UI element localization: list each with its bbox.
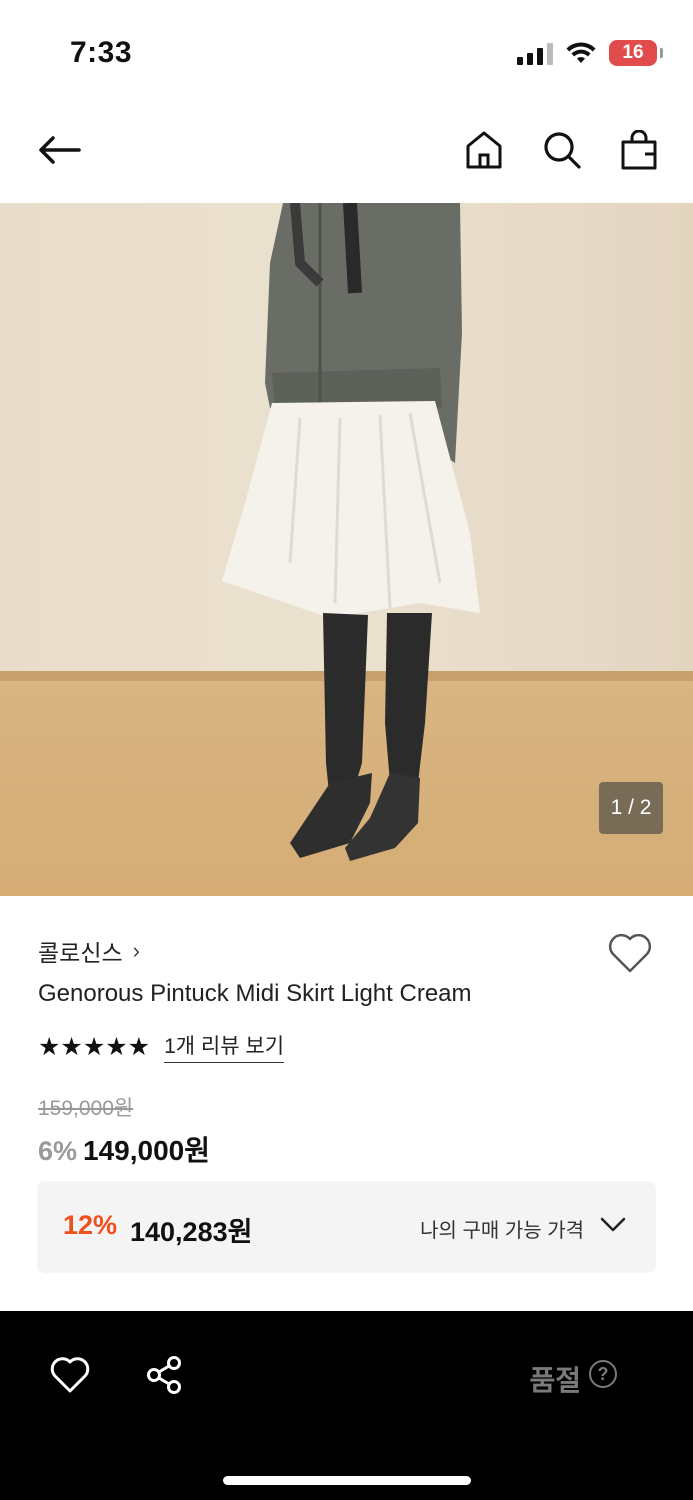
home-icon (466, 131, 502, 169)
my-price-label: 나의 구매 가능 가격 (420, 1220, 584, 1242)
original-price: 159,000원 (38, 1097, 134, 1120)
brand-name: 콜로신스 (38, 940, 123, 966)
sale-price: 149,000원 (83, 1135, 211, 1166)
my-price-dropdown[interactable]: 12% 140,283원 나의 구매 가능 가격 (37, 1181, 656, 1273)
like-button[interactable] (50, 1356, 90, 1396)
back-arrow-icon (39, 136, 81, 164)
help-icon[interactable]: ? (589, 1360, 617, 1388)
status-icons: 16 (517, 40, 663, 66)
nav-bar (0, 100, 693, 203)
search-icon (544, 132, 581, 169)
price-row: 6% 149,000원 (38, 1129, 210, 1169)
share-button[interactable] (145, 1355, 185, 1395)
home-indicator (223, 1476, 471, 1485)
wifi-icon (566, 42, 596, 63)
image-counter: 1 / 2 (599, 782, 663, 834)
chevron-right-icon: › (132, 938, 140, 963)
shopping-bag-icon (621, 130, 657, 170)
home-button[interactable] (460, 126, 508, 174)
battery-level: 16 (622, 42, 644, 63)
product-title: Genorous Pintuck Midi Skirt Light Cream (38, 980, 472, 1007)
product-image[interactable]: 1 / 2 (0, 203, 693, 896)
heart-icon (50, 1357, 90, 1393)
status-time: 7:33 (70, 36, 133, 69)
rating-row: ★★★★★ 1개 리뷰 보기 (38, 1030, 285, 1063)
brand-link[interactable]: 콜로신스 › (38, 934, 140, 968)
rating-stars: ★★★★★ (38, 1032, 151, 1061)
search-button[interactable] (538, 126, 586, 174)
back-button[interactable] (35, 126, 83, 174)
signal-icon (517, 41, 553, 65)
share-icon (147, 1356, 181, 1394)
my-discount-rate: 12% (63, 1210, 118, 1240)
chevron-down-icon (600, 1217, 626, 1232)
cart-button[interactable] (615, 126, 663, 174)
wishlist-button[interactable] (607, 932, 653, 974)
bottom-action-bar: 품절 ? (0, 1311, 693, 1500)
battery-icon: 16 (609, 40, 663, 66)
product-photo (0, 203, 693, 896)
my-price: 140,283원 (130, 1217, 253, 1247)
review-link[interactable]: 1개 리뷰 보기 (164, 1030, 285, 1063)
heart-icon (608, 933, 652, 973)
soldout-label: 품절 (529, 1365, 581, 1396)
discount-rate: 6% (38, 1136, 78, 1166)
status-bar: 7:33 16 (0, 0, 693, 100)
